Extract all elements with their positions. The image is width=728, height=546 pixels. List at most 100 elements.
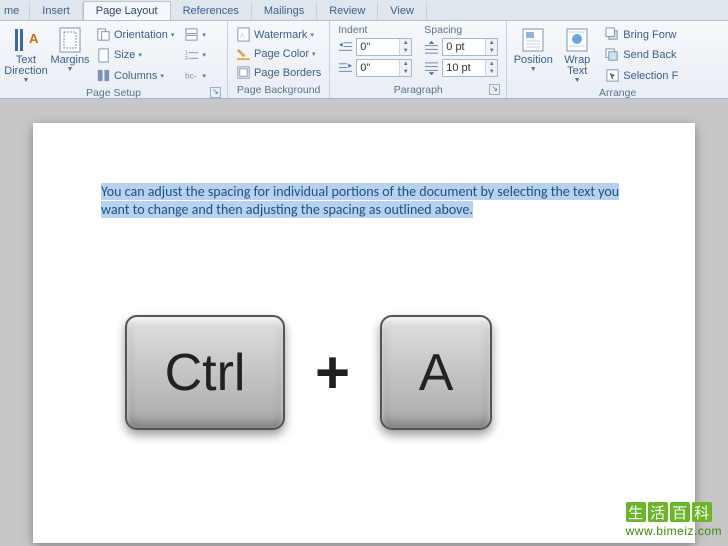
group-page-background: A Watermark ▾ Page Color ▾ Page Borders … [228, 21, 330, 98]
size-label: Size [114, 49, 135, 61]
line-numbers-button[interactable]: 12 ▾ [182, 47, 208, 64]
page-setup-label: Page Setup [86, 87, 141, 99]
tab-home[interactable]: me [0, 2, 30, 20]
wrap-text-button[interactable]: Wrap Text ▼ [555, 24, 599, 86]
wrap-text-label: Wrap Text [564, 55, 590, 77]
wm-c3: 百 [670, 502, 690, 522]
send-backward-label: Send Back [623, 49, 676, 61]
bring-forward-icon [605, 27, 620, 42]
send-backward-button[interactable]: Send Back [603, 47, 680, 64]
source-watermark: 生 活 百 科 www.bimeiz.com [626, 502, 722, 538]
page-color-button[interactable]: Page Color ▾ [234, 45, 323, 62]
tab-page-layout[interactable]: Page Layout [83, 1, 171, 20]
position-button[interactable]: Position ▼ [511, 24, 555, 86]
svg-text:A: A [29, 31, 39, 46]
indent-left-icon [338, 40, 353, 55]
paragraph-label: Paragraph [394, 84, 443, 96]
svg-text:bc-: bc- [185, 70, 197, 80]
position-dropdown-icon: ▼ [530, 66, 537, 73]
watermark-icon: A [236, 27, 251, 42]
line-numbers-icon: 12 [184, 48, 199, 63]
indent-right-down[interactable]: ▼ [400, 68, 411, 76]
space-before-value: 0 pt [443, 41, 485, 53]
space-after-up[interactable]: ▲ [486, 60, 497, 68]
plus-symbol: + [315, 338, 350, 407]
columns-button[interactable]: Columns ▾ [94, 67, 176, 84]
bring-forward-button[interactable]: Bring Forw [603, 26, 680, 43]
group-arrange: Position ▼ Wrap Text ▼ Bring Forw Send B… [507, 21, 728, 98]
page-color-dropdown-icon: ▾ [312, 50, 316, 58]
indent-left-spinbox[interactable]: 0" ▲▼ [356, 38, 412, 56]
group-paragraph: Indent 0" ▲▼ 0" ▲▼ [330, 21, 507, 98]
text-direction-button[interactable]: A Text Direction ▼ [4, 24, 48, 86]
page-borders-button[interactable]: Page Borders [234, 64, 323, 81]
selection-pane-icon [605, 68, 620, 83]
ribbon-page-layout: A Text Direction ▼ Margins ▼ Orientation… [0, 21, 728, 99]
svg-text:2: 2 [185, 56, 188, 62]
paragraph-launcher[interactable]: ↘ [489, 84, 500, 95]
orientation-icon [96, 27, 111, 42]
bring-forward-label: Bring Forw [623, 29, 676, 41]
wrap-text-icon [563, 26, 591, 54]
margins-label: Margins [50, 55, 89, 66]
selection-pane-button[interactable]: Selection F [603, 67, 680, 84]
space-after-spinbox[interactable]: 10 pt ▲▼ [442, 59, 498, 77]
tab-insert[interactable]: Insert [30, 2, 83, 20]
page-background-label: Page Background [237, 84, 320, 96]
space-after-down[interactable]: ▼ [486, 68, 497, 76]
selected-text[interactable]: You can adjust the spacing for individua… [101, 183, 619, 218]
tab-references[interactable]: References [171, 2, 252, 20]
orientation-dropdown-icon: ▾ [171, 31, 175, 39]
breaks-dropdown-icon: ▾ [202, 31, 206, 39]
key-ctrl: Ctrl [125, 315, 285, 430]
group-label-page-background: Page Background [232, 83, 325, 98]
indent-left-value: 0" [357, 41, 399, 53]
text-direction-dropdown-icon: ▼ [23, 77, 30, 84]
indent-left-down[interactable]: ▼ [400, 47, 411, 55]
columns-dropdown-icon: ▾ [160, 72, 164, 80]
page-color-label: Page Color [254, 48, 309, 60]
page-setup-launcher[interactable]: ↘ [210, 87, 221, 98]
columns-label: Columns [114, 70, 157, 82]
send-backward-icon [605, 48, 620, 63]
orientation-button[interactable]: Orientation ▾ [94, 26, 176, 43]
space-before-spinbox[interactable]: 0 pt ▲▼ [442, 38, 498, 56]
space-before-icon [424, 40, 439, 55]
wm-c1: 生 [626, 502, 646, 522]
page-borders-label: Page Borders [254, 67, 321, 79]
wm-url: www.bimeiz.com [626, 524, 722, 538]
watermark-label: Watermark [254, 29, 307, 41]
arrange-label: Arrange [599, 87, 636, 99]
indent-right-up[interactable]: ▲ [400, 60, 411, 68]
indent-right-spinbox[interactable]: 0" ▲▼ [356, 59, 412, 77]
group-label-paragraph: Paragraph ↘ [334, 83, 502, 98]
hyphenation-dropdown-icon: ▾ [202, 72, 206, 80]
tab-mailings[interactable]: Mailings [252, 2, 317, 20]
watermark-button[interactable]: A Watermark ▾ [234, 26, 323, 43]
position-icon [519, 26, 547, 54]
orientation-label: Orientation [114, 29, 168, 41]
space-before-up[interactable]: ▲ [486, 39, 497, 47]
indent-left-up[interactable]: ▲ [400, 39, 411, 47]
ribbon-tabs: me Insert Page Layout References Mailing… [0, 0, 728, 21]
watermark-dropdown-icon: ▾ [310, 31, 314, 39]
indent-right-icon [338, 61, 353, 76]
tab-review[interactable]: Review [317, 2, 378, 20]
breaks-button[interactable]: ▾ [182, 26, 208, 43]
tab-view[interactable]: View [378, 2, 427, 20]
line-numbers-dropdown-icon: ▾ [202, 51, 206, 59]
svg-text:A: A [240, 30, 245, 39]
page-color-icon [236, 46, 251, 61]
text-direction-label: Text Direction [4, 55, 47, 77]
key-a: A [380, 315, 492, 430]
text-direction-icon: A [12, 26, 40, 54]
size-button[interactable]: Size ▾ [94, 47, 176, 64]
margins-button[interactable]: Margins ▼ [48, 24, 92, 86]
keyboard-shortcut-overlay: Ctrl + A [125, 315, 492, 430]
wrap-text-dropdown-icon: ▼ [574, 77, 581, 84]
space-before-down[interactable]: ▼ [486, 47, 497, 55]
hyphenation-icon: bc- [184, 68, 199, 83]
hyphenation-button[interactable]: bc- ▾ [182, 67, 208, 84]
page-borders-icon [236, 65, 251, 80]
size-icon [96, 48, 111, 63]
